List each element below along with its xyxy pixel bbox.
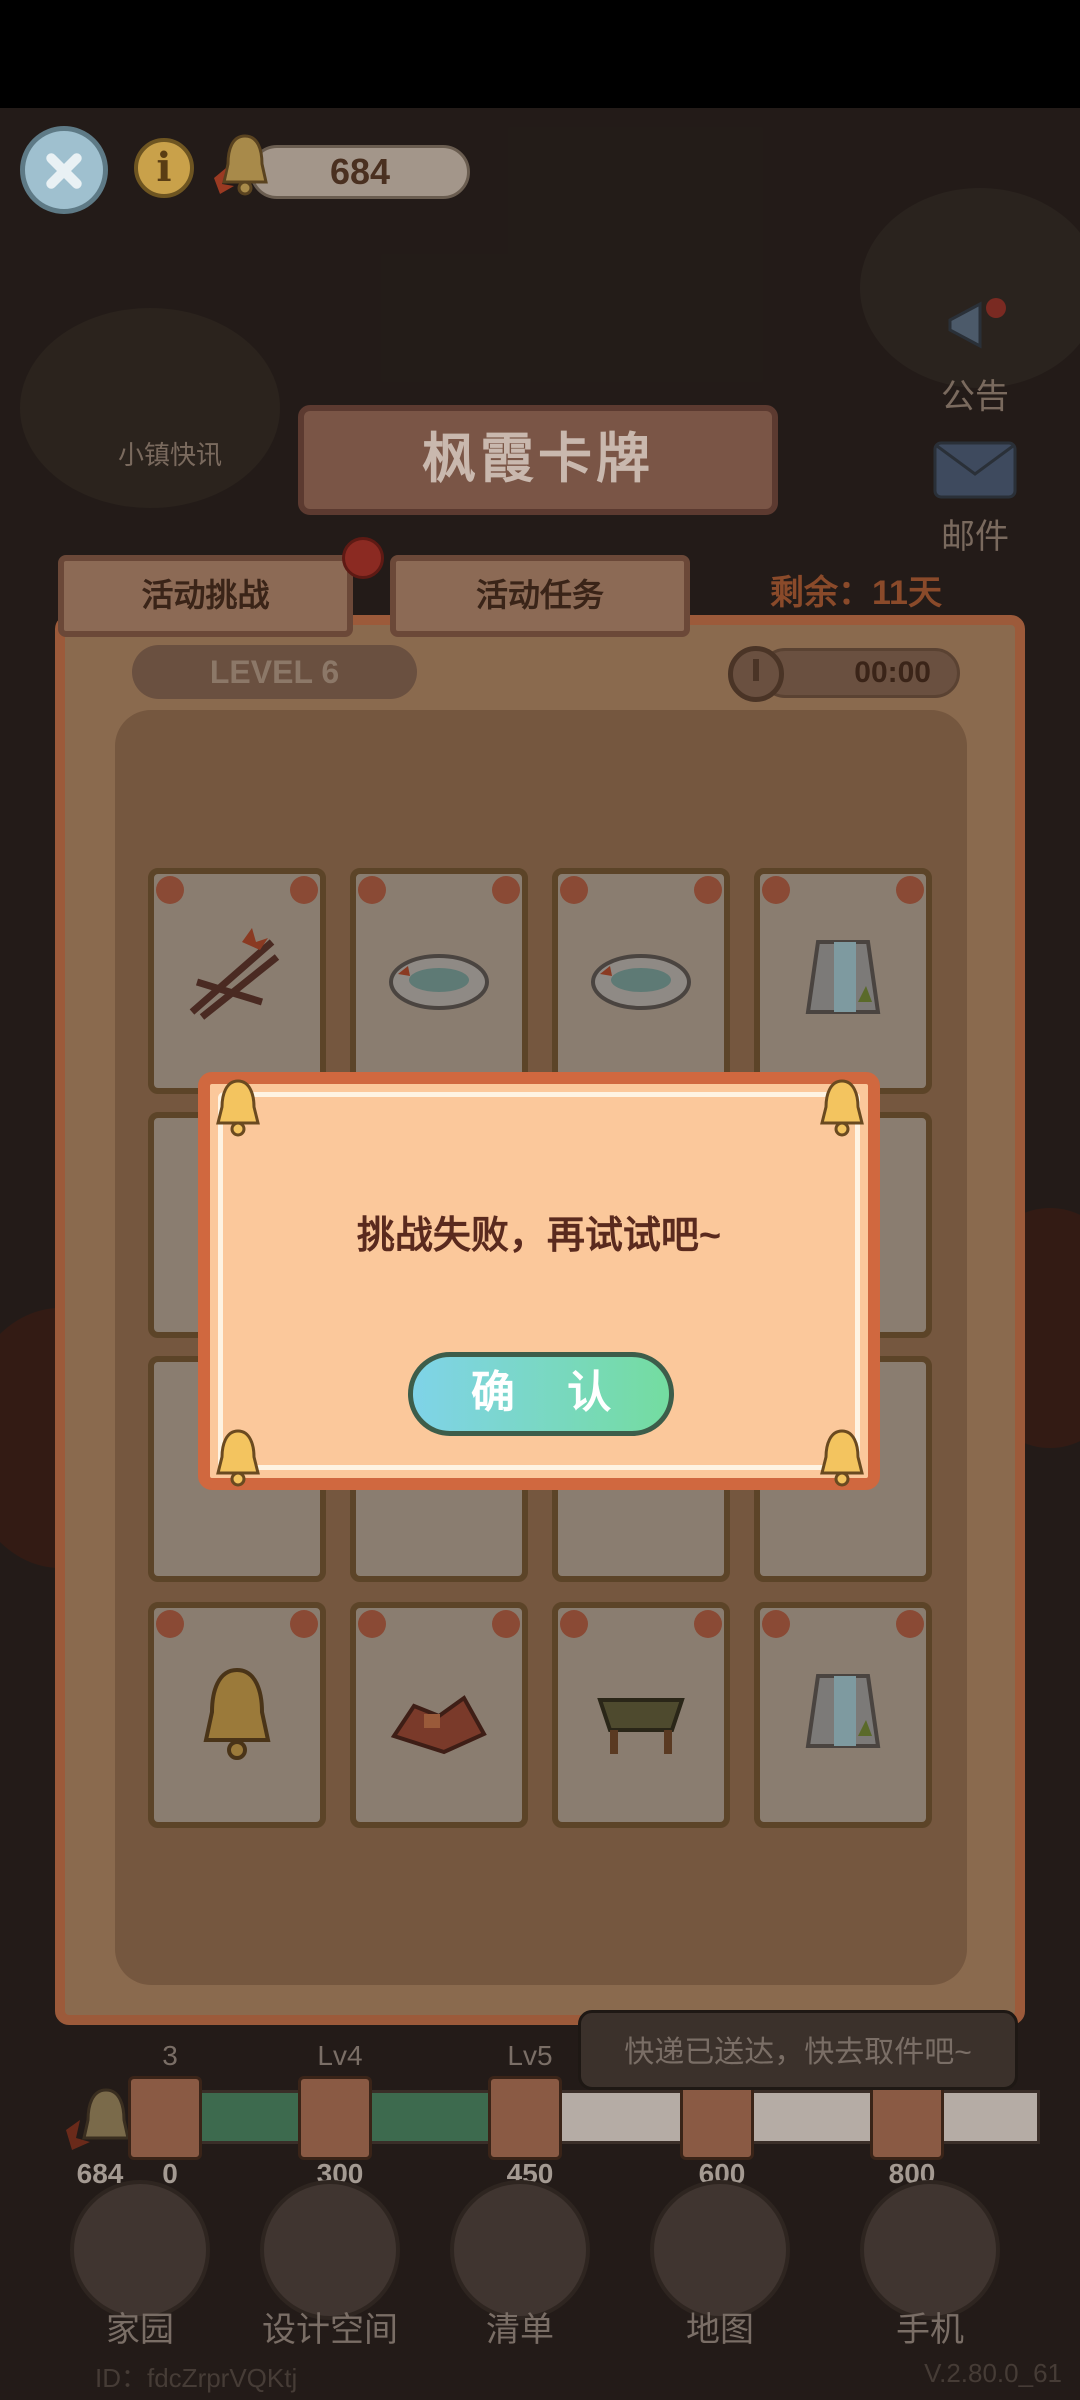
tab-event-challenge[interactable]: 活动挑战 [58,555,353,637]
memory-card[interactable] [552,868,730,1094]
maple-branches-icon [189,928,280,1020]
timer: 00:00 [760,648,960,698]
leaf-corner-decoration [156,1610,184,1638]
nav-label: 家园 [106,2311,174,2349]
coin-value: 684 [329,151,391,192]
milestone-level: 3 [162,2040,178,2071]
coin-counter: 684 [250,145,470,199]
nav-label: 手机 [896,2311,964,2349]
leaf-corner-decoration [896,876,924,904]
bell-decoration-icon [820,1429,864,1487]
remaining-days: 剩余：11天 [770,574,942,612]
nav-label: 设计空间 [262,2311,398,2349]
leaf-corner-decoration [896,1610,924,1638]
leaf-corner-decoration [492,876,520,904]
version-label: V.2.80.0_61 [924,2358,1062,2388]
memory-card[interactable] [350,868,528,1094]
wooden-table-icon [597,1698,685,1754]
mail-button[interactable]: 邮件 [920,440,1030,558]
milestone-level: Lv5 [507,2040,553,2071]
memory-card[interactable] [148,868,326,1094]
nav-label: 地图 [686,2311,754,2349]
delivery-toast: 快递已送达，快去取件吧~ [578,2010,1018,2090]
level-indicator: LEVEL 6 [132,645,417,699]
bell-decoration-icon [216,1429,260,1487]
ruler-triangle-icon [260,2180,400,2320]
rock-pond-icon [389,954,489,1010]
maple-bell-icon [214,134,268,196]
megaphone-icon [948,298,1006,349]
dialog-message: 挑战失败，再试试吧~ [356,1215,722,1257]
mail-label: 邮件 [941,518,1009,556]
tab-event-challenge-label: 活动挑战 [141,577,270,613]
memory-card[interactable] [148,1602,326,1828]
leaf-corner-decoration [560,1610,588,1638]
confirm-button[interactable]: 确 认 [408,1352,674,1436]
leaf-corner-decoration [290,876,318,904]
nav-label: 清单 [486,2311,554,2349]
status-bar [0,0,1080,108]
map-pin-icon [650,2180,790,2320]
info-button[interactable]: i [134,138,194,198]
nav-checklist[interactable]: 清单 [440,2180,600,2370]
waterfall-icon [805,940,881,1014]
house-icon [70,2180,210,2320]
town-news-button[interactable]: 小镇快讯 [95,435,245,472]
memory-card[interactable] [552,1602,730,1828]
leaf-corner-decoration [156,876,184,904]
autumn-leaves-pile-icon [390,1695,487,1755]
leaf-corner-decoration [290,1610,318,1638]
announcement-label: 公告 [941,378,1009,416]
memory-card[interactable] [754,868,932,1094]
memory-card[interactable] [350,1602,528,1828]
waterfall-icon [805,1674,881,1748]
clock-icon [728,646,784,702]
town-news-label: 小镇快讯 [117,440,222,470]
envelope-icon [933,441,1017,499]
milestone-level: Lv4 [317,2040,363,2071]
leaf-corner-decoration [762,876,790,904]
rock-pond-icon [591,954,691,1010]
leaf-corner-decoration [694,876,722,904]
bell-icon [203,1667,271,1760]
nav-home[interactable]: 家园 [60,2180,220,2370]
leaf-corner-decoration [492,1610,520,1638]
leaf-corner-decoration [694,1610,722,1638]
milestone-reward-cards-icon[interactable] [298,2076,372,2160]
tab-event-tasks[interactable]: 活动任务 [390,555,690,637]
nav-map[interactable]: 地图 [640,2180,800,2370]
close-button[interactable] [20,126,108,214]
info-icon: i [156,144,172,191]
announcement-button[interactable]: 公告 [920,290,1030,418]
tab-event-tasks-label: 活动任务 [475,577,604,613]
phone-icon [860,2180,1000,2320]
player-id: ID：fdcZrprVQKtj [95,2363,298,2393]
nav-design-space[interactable]: 设计空间 [250,2180,410,2370]
nav-phone[interactable]: 手机 [850,2180,1010,2370]
bell-decoration-icon [820,1079,864,1137]
memory-card[interactable] [754,1602,932,1828]
milestone-reward-cards-icon[interactable] [488,2076,562,2160]
leaf-corner-decoration [358,1610,386,1638]
bell-decoration-icon [216,1079,260,1137]
event-title: 枫霞卡牌 [298,405,778,515]
notification-dot [342,537,384,579]
leaf-corner-decoration [762,1610,790,1638]
leaf-corner-decoration [560,876,588,904]
checklist-icon [450,2180,590,2320]
milestone-reward-cards-icon[interactable] [128,2076,202,2160]
leaf-corner-decoration [358,876,386,904]
